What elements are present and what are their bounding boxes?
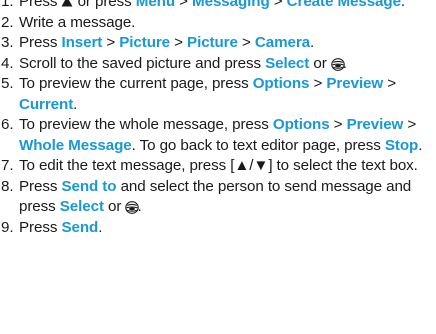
up-arrow-key-icon (61, 0, 73, 7)
step-item: 7. To edit the text message, press [▲/▼] … (0, 156, 432, 177)
step-text: > (237, 34, 255, 51)
step-number: 1. (1, 0, 14, 10)
step-number: 7. (1, 157, 14, 174)
step-number: 5. (1, 75, 14, 92)
step-text: > (309, 75, 327, 92)
step-text: . (342, 54, 347, 72)
step-item: 6. To preview the whole message, press Op… (0, 115, 432, 156)
step-text: To preview the current page, press (19, 75, 253, 92)
step-text: Press (19, 0, 62, 10)
menu-term: Insert (61, 34, 103, 51)
menu-term: Picture (119, 34, 171, 51)
step-text: . (400, 0, 406, 10)
center-select-key-icon (125, 201, 140, 214)
menu-term: Select (59, 198, 104, 215)
steps-list: 1. Press or press Menu > Messaging > Crea… (0, 0, 432, 238)
menu-term: Menu (135, 0, 176, 10)
step-number: 6. (1, 116, 14, 133)
menu-term: Preview (346, 116, 404, 133)
step-item: 9. Press Send. (0, 218, 432, 239)
step-number: 3. (1, 34, 14, 51)
step-number: 2. (1, 13, 14, 31)
step-text: . (137, 198, 142, 215)
menu-term: Send to (61, 177, 117, 195)
step-text: . (309, 34, 315, 51)
step-text: . (98, 218, 103, 236)
menu-term: Messaging (192, 0, 270, 10)
step-text: > (175, 0, 193, 10)
step-text: Press (19, 34, 62, 51)
step-text: Press (19, 177, 62, 195)
step-number: 4. (1, 54, 14, 72)
step-text: . (418, 136, 423, 154)
step-item: 1. Press or press Menu > Messaging > Crea… (0, 0, 432, 13)
step-item: 4. Scroll to the saved picture and press … (0, 54, 432, 75)
step-text: > (102, 34, 120, 51)
step-text: . To go back to text editor page, press (131, 136, 385, 154)
step-item: 8. Press Send to and select the person to… (0, 177, 432, 218)
menu-term: Picture (187, 34, 238, 51)
menu-term: Options (272, 116, 330, 133)
step-item: 5. To preview the current page, press Opt… (0, 74, 432, 115)
step-item: 3. Press Insert > Picture > Picture > Cam… (0, 33, 432, 54)
step-number: 8. (1, 177, 14, 195)
menu-term: Create Message (286, 0, 401, 10)
menu-term: Whole Message (19, 136, 132, 154)
menu-term: Camera (254, 34, 310, 51)
step-text: > (170, 34, 188, 51)
menu-term: Select (265, 54, 310, 72)
step-text: To preview the whole message, press (19, 116, 273, 133)
step-text: > (329, 116, 347, 133)
step-text: Scroll to the saved picture and press (19, 54, 266, 72)
menu-term: Send (61, 218, 99, 236)
step-text: Write a message. (19, 13, 136, 31)
step-text: To edit the text message, press [▲/▼] to… (19, 157, 418, 174)
step-text: or press (73, 0, 136, 10)
menu-term: Current (19, 95, 74, 113)
instruction-document: 1. Press or press Menu > Messaging > Crea… (0, 0, 436, 334)
step-number: 9. (1, 218, 14, 236)
step-text: or (309, 54, 331, 72)
step-text: Press (19, 218, 62, 236)
menu-term: Preview (326, 75, 384, 92)
step-text: or (103, 198, 126, 215)
step-text: > (383, 75, 397, 92)
center-select-key-icon (331, 57, 345, 71)
step-text: > (403, 116, 417, 133)
menu-term: Stop (384, 136, 419, 154)
step-item: 2. Write a message. (0, 13, 432, 34)
menu-term: Options (252, 75, 310, 92)
step-text: . (73, 95, 78, 113)
step-text: > (269, 0, 287, 10)
